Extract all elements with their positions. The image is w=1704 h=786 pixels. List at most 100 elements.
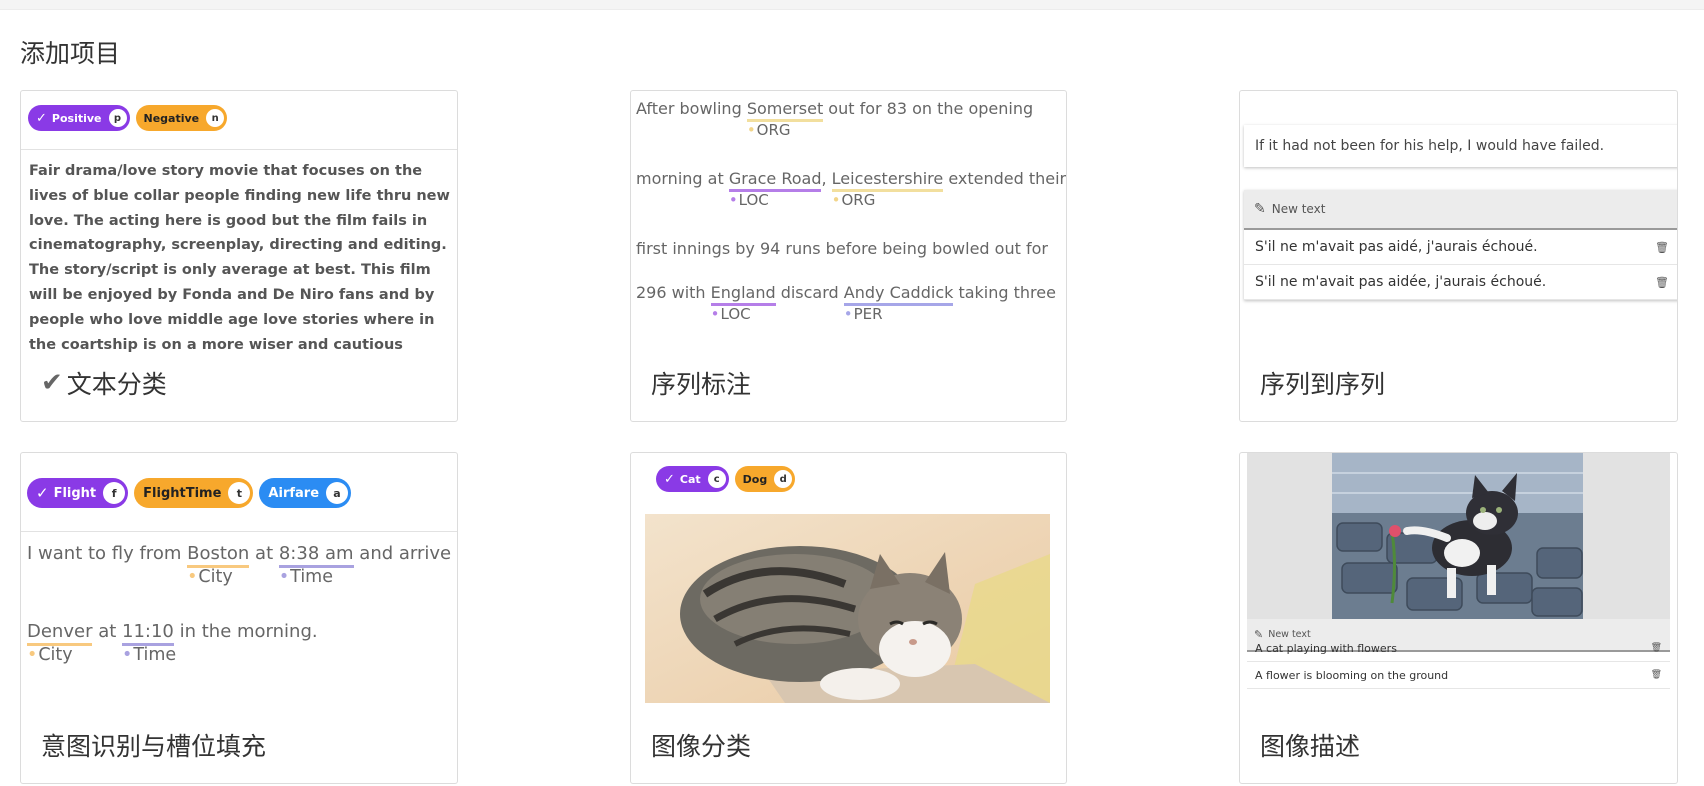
page-title: 添加项目: [20, 39, 121, 68]
card-sequence-labeling[interactable]: After bowling SomersetORG out for 83 on …: [630, 90, 1067, 422]
card-seq2seq[interactable]: If it had not been for his help, I would…: [1239, 90, 1678, 422]
text-line: morning at Grace RoadLOC, Leicestershire…: [636, 169, 1066, 239]
shortcut-key: f: [103, 482, 126, 504]
output-row[interactable]: S'il ne m'avait pas aidée, j'aurais écho…: [1244, 265, 1677, 300]
entity-word: Grace Road: [728, 169, 822, 192]
text-span: I want to fly from: [27, 543, 188, 564]
text-span: 296 with: [636, 283, 711, 302]
entity-label: ORG: [832, 191, 876, 209]
text-span: first innings by 94 runs before being bo…: [636, 239, 1048, 258]
text-line: I want to fly from BostonCity at 8:38 am…: [27, 543, 457, 621]
slot-word: 11:10: [122, 621, 174, 646]
slot[interactable]: BostonCity: [187, 543, 250, 587]
card-image-classification[interactable]: ✓ Cat c Dog d 图像分类: [630, 452, 1067, 784]
caption-row[interactable]: A flower is blooming on the ground 🗑: [1247, 662, 1670, 689]
label-text: FlightTime: [143, 485, 222, 501]
text-line: DenverCity at 11:10Time in the morning.: [27, 621, 457, 699]
card-intent-detection[interactable]: ✓ Flight f FlightTime t Airfare a I want…: [20, 452, 458, 784]
shortcut-key: a: [326, 482, 349, 504]
slot-label: City: [187, 567, 232, 587]
slot-word: Denver: [27, 621, 93, 646]
card-title-text: 文本分类: [66, 370, 167, 399]
label-text: Negative: [143, 111, 200, 125]
new-text-label: New text: [1271, 202, 1326, 216]
entity[interactable]: Andy CaddickPER: [843, 283, 954, 323]
card-title: 图像分类: [651, 727, 751, 763]
top-toolbar: [0, 0, 1704, 10]
entity[interactable]: LeicestershireORG: [831, 169, 944, 209]
check-icon: ✔: [41, 368, 63, 398]
text-line: first innings by 94 runs before being bo…: [636, 239, 1066, 283]
kitten-illustration: [1247, 453, 1670, 619]
entity[interactable]: EnglandLOC: [710, 283, 776, 323]
slot[interactable]: DenverCity: [27, 621, 93, 665]
card-title-text: 序列标注: [651, 370, 752, 399]
text-span: out for 83 on the opening: [823, 99, 1034, 118]
ner-text: After bowling SomersetORG out for 83 on …: [636, 99, 1066, 353]
label-text: Positive: [51, 111, 102, 125]
slot-word: 8:38 am: [278, 543, 354, 568]
slot-text: I want to fly from BostonCity at 8:38 am…: [27, 543, 457, 699]
label-text: Cat: [679, 472, 701, 486]
card-title: 序列标注: [651, 365, 751, 401]
trash-icon[interactable]: 🗑: [1651, 670, 1662, 680]
label-bar: ✓ Positive p Negative n: [28, 105, 233, 131]
slot[interactable]: 11:10Time: [122, 621, 176, 665]
slot-label: Time: [122, 645, 176, 665]
card-image-captioning[interactable]: ✎ New text A cat playing with flowers 🗑 …: [1239, 452, 1678, 784]
review-text: Fair drama/love story movie that focuses…: [29, 163, 450, 353]
caption-text: A cat playing with flowers: [1255, 641, 1397, 655]
kitten-photo-frame: [1247, 453, 1670, 619]
card-title: 序列到序列: [1260, 365, 1385, 401]
text-span: extended their: [943, 169, 1067, 188]
pencil-icon: ✎: [1254, 201, 1266, 217]
text-span: After bowling: [636, 99, 747, 118]
slot-label: Time: [279, 567, 333, 587]
trash-icon[interactable]: 🗑: [1655, 241, 1669, 254]
check-icon: ✓: [664, 471, 675, 487]
text-span: at: [249, 543, 279, 564]
entity-label: LOC: [729, 191, 769, 209]
label-chip-positive[interactable]: ✓ Positive p: [28, 105, 130, 131]
label-text: Airfare: [268, 485, 320, 501]
output-row[interactable]: S'il ne m'avait pas aidé, j'aurais échou…: [1244, 230, 1677, 265]
slot[interactable]: 8:38 amTime: [278, 543, 354, 587]
card-text-classification[interactable]: ✓ Positive p Negative n Fair drama/love …: [20, 90, 458, 422]
text-span: at: [92, 621, 123, 642]
card-title-text: 图像分类: [651, 732, 752, 761]
label-chip-airfare[interactable]: Airfare a: [259, 478, 352, 508]
entity[interactable]: SomersetORG: [746, 99, 824, 139]
label-chip-cat[interactable]: ✓ Cat c: [656, 466, 729, 492]
label-chip-negative[interactable]: Negative n: [135, 105, 228, 131]
card-title: 图像描述: [1260, 727, 1360, 763]
shortcut-key: d: [774, 470, 793, 488]
check-icon: ✓: [36, 110, 47, 126]
new-text-input[interactable]: ✎ New text: [1244, 190, 1677, 230]
text-span: in the morning.: [173, 621, 318, 642]
shortcut-key: t: [228, 482, 251, 504]
slot-word: Boston: [187, 543, 250, 568]
text-span: ,: [821, 169, 832, 188]
label-chip-dog[interactable]: Dog d: [734, 466, 796, 492]
text-span: and arrive in: [359, 543, 457, 564]
trash-icon[interactable]: 🗑: [1655, 276, 1669, 289]
shortcut-key: p: [108, 109, 127, 127]
text-span: taking three: [953, 283, 1056, 302]
slot-label: City: [27, 645, 72, 665]
shortcut-key: c: [707, 470, 726, 488]
label-chip-flighttime[interactable]: FlightTime t: [134, 478, 254, 508]
check-icon: ✓: [36, 484, 49, 502]
text-span: morning at: [636, 169, 729, 188]
entity-label: LOC: [711, 305, 751, 323]
shortcut-key: n: [206, 109, 225, 127]
entity[interactable]: Grace RoadLOC: [728, 169, 822, 209]
entity-label: PER: [844, 305, 883, 323]
caption-row[interactable]: A cat playing with flowers 🗑: [1247, 635, 1670, 662]
entity-word: Leicestershire: [831, 169, 944, 192]
card-title: ✔ 文本分类: [41, 365, 167, 401]
card-title-text: 意图识别与槽位填充: [41, 732, 267, 761]
trash-icon[interactable]: 🗑: [1651, 643, 1662, 653]
text-line: 296 with EnglandLOC discard Andy Caddick…: [636, 283, 1066, 353]
label-chip-flight[interactable]: ✓ Flight f: [27, 478, 129, 508]
cat-photo: [645, 514, 1050, 703]
